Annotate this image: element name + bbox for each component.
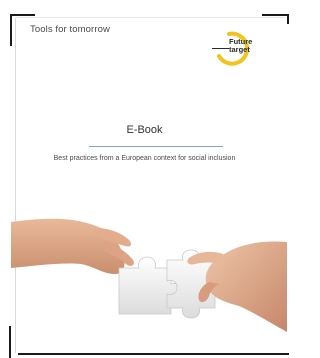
title-divider xyxy=(89,146,223,147)
frame-bottom-border xyxy=(18,353,289,355)
puzzle-hands-illustration-icon xyxy=(11,218,287,332)
cover-title: E-Book xyxy=(126,124,163,136)
cover-tagline: Tools for tomorrow xyxy=(30,24,110,35)
logo-text-line2: target xyxy=(229,45,250,54)
logo-text: Future target xyxy=(229,38,259,54)
frame-corner-top-right-vertical xyxy=(287,14,289,24)
logo-underline xyxy=(212,48,229,49)
frame-corner-top-left-vertical xyxy=(10,14,12,46)
frame-corner-top-left xyxy=(10,14,35,16)
frame-corner-top-right xyxy=(262,14,289,16)
cover-subtitle: Best practices from a European context f… xyxy=(53,155,236,162)
